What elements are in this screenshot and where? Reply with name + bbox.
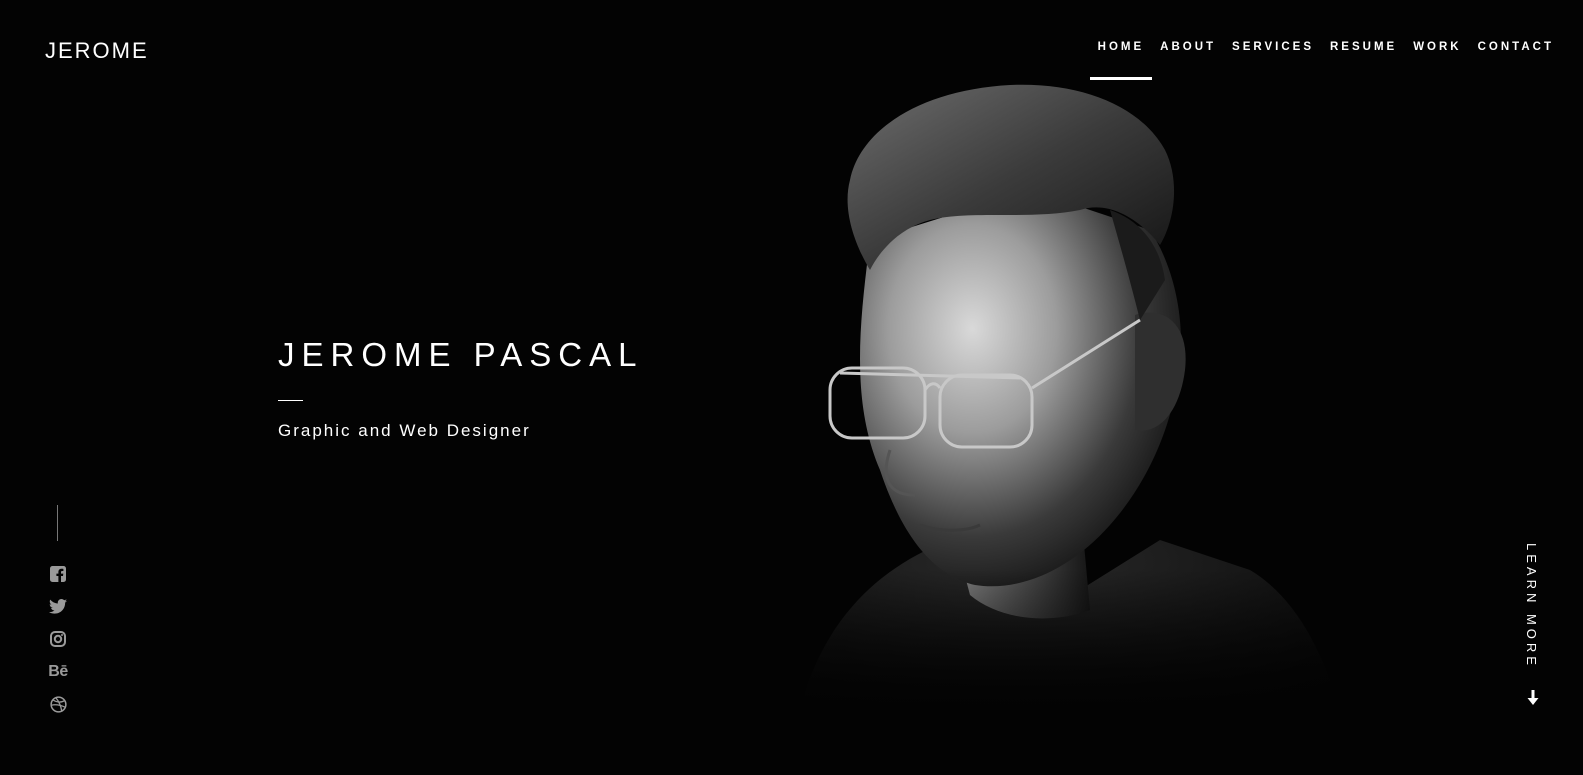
twitter-icon [49,599,67,614]
hero-role: Graphic and Web Designer [278,421,531,440]
social-links: Bē [44,558,72,721]
dribbble-icon [49,696,67,713]
arrow-down-icon[interactable] [1526,690,1540,706]
nav-services[interactable]: SERVICES [1224,40,1322,54]
portrait-photo [780,70,1340,710]
page: JEROME HOME ABOUT SERVICES RESUME WORK C… [0,0,1583,775]
instagram-icon [50,631,66,648]
nav-about[interactable]: ABOUT [1152,40,1224,54]
facebook-icon [50,566,66,583]
hero-divider [278,400,303,401]
learn-more-link[interactable]: LEARN MORE [1524,543,1539,669]
behance-link[interactable]: Bē [44,656,72,689]
nav-contact[interactable]: CONTACT [1470,40,1562,54]
facebook-link[interactable] [44,558,72,591]
nav-home[interactable]: HOME [1089,40,1153,80]
nav-resume[interactable]: RESUME [1322,40,1405,54]
instagram-link[interactable] [44,623,72,656]
behance-icon: Bē [48,662,68,680]
twitter-link[interactable] [44,591,72,624]
hero-name: JEROME PASCAL [278,336,644,373]
logo[interactable]: JEROME [45,38,149,64]
nav-work[interactable]: WORK [1405,40,1469,54]
main-nav: HOME ABOUT SERVICES RESUME WORK CONTACT [1089,40,1562,80]
dribbble-link[interactable] [44,688,72,721]
social-divider [57,505,58,541]
